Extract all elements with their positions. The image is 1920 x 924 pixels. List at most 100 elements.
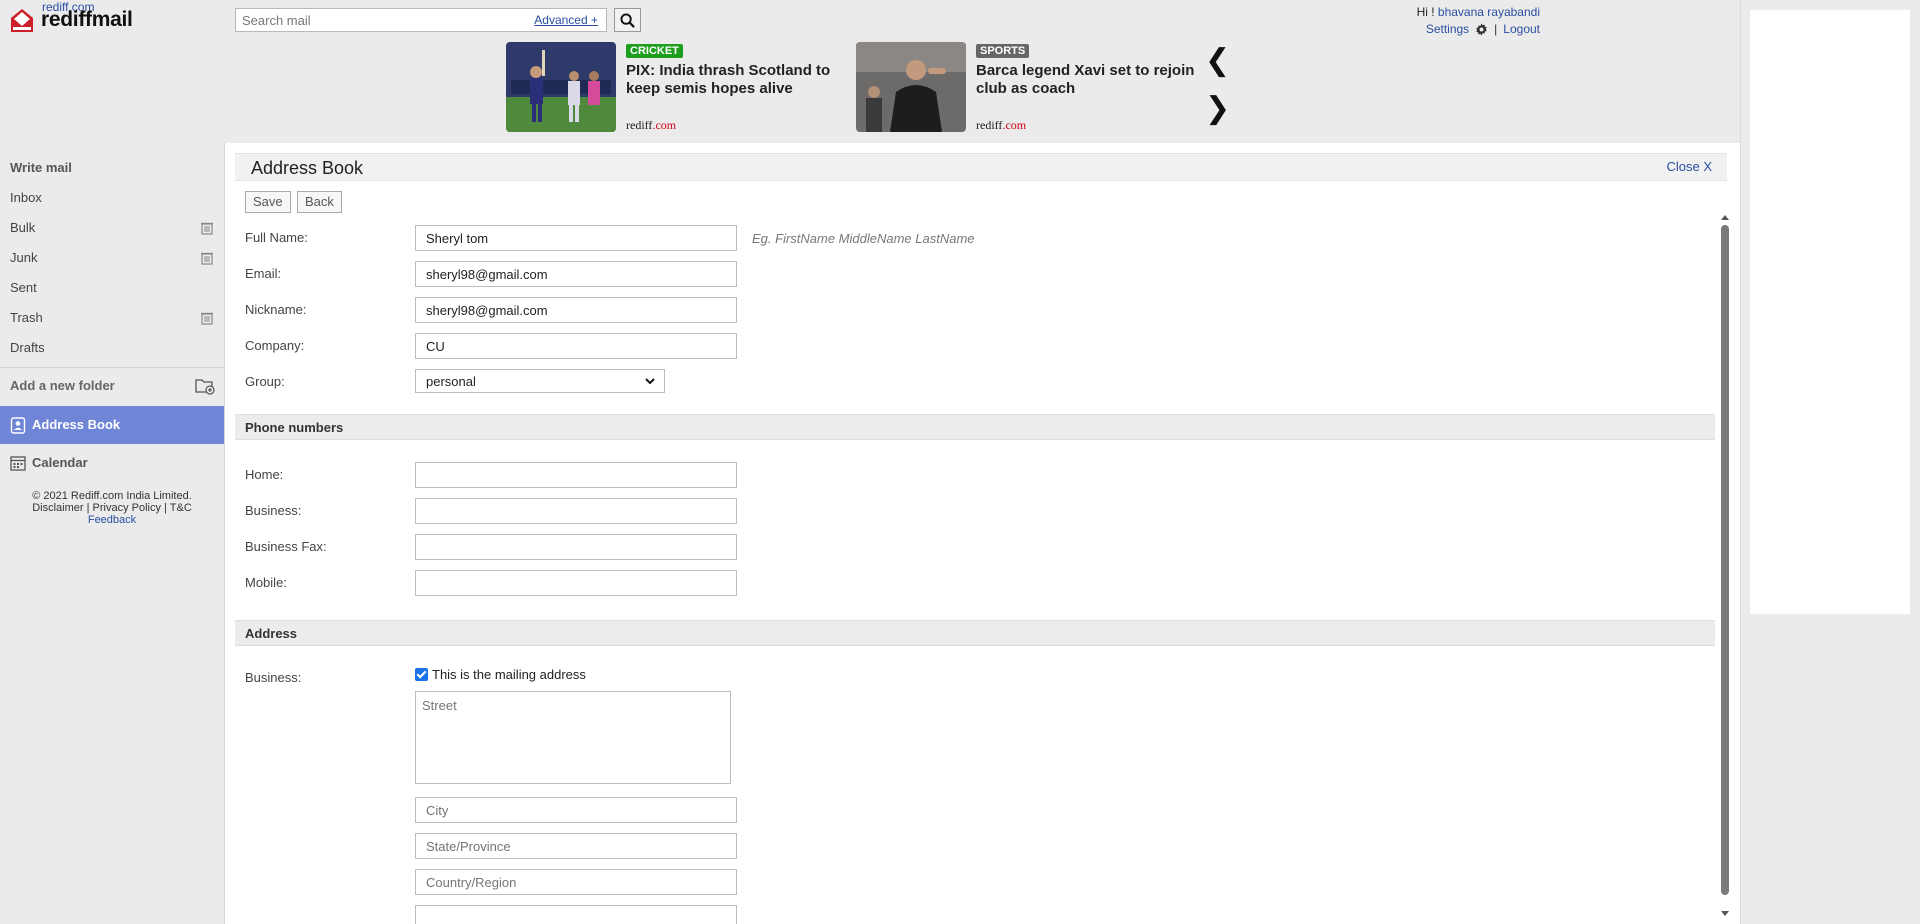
- search-button[interactable]: [614, 8, 641, 32]
- back-button[interactable]: Back: [297, 191, 342, 213]
- empty-bulk-trash-icon[interactable]: [200, 221, 214, 235]
- email-label: Email:: [245, 266, 282, 281]
- logout-link[interactable]: Logout: [1503, 21, 1540, 38]
- sidebar-item-label: Calendar: [32, 455, 88, 470]
- business-address-label: Business:: [245, 670, 302, 685]
- news-source-sports: rediff.com: [976, 118, 1027, 132]
- scroll-down-icon[interactable]: [1720, 910, 1730, 918]
- sidebar-item-calendar[interactable]: Calendar: [0, 444, 224, 482]
- user-area: Hi ! bhavana rayabandi Settings | Logout: [1417, 4, 1540, 38]
- sidebar-item-label: Sent: [10, 280, 37, 295]
- news-next-arrow[interactable]: ❯: [1205, 94, 1230, 124]
- disclaimer-link[interactable]: Disclaimer: [32, 502, 83, 514]
- nickname-input[interactable]: [415, 297, 737, 323]
- sidebar-item-label: Trash: [10, 310, 43, 325]
- sidebar-item-sent[interactable]: Sent: [0, 273, 224, 303]
- news-card-cricket[interactable]: CRICKET PIX: India thrash Scotland to ke…: [506, 42, 856, 132]
- mobile-label: Mobile:: [245, 575, 287, 590]
- rediffmail-logo[interactable]: rediffmail: [10, 8, 133, 32]
- scroll-thumb[interactable]: [1721, 225, 1729, 895]
- privacy-policy-link[interactable]: Privacy Policy: [93, 502, 161, 514]
- advanced-search-link[interactable]: Advanced +: [534, 13, 598, 27]
- terms-link[interactable]: T&C: [170, 502, 192, 514]
- address-section: Address: [235, 620, 1715, 646]
- header-separator: |: [1494, 22, 1498, 36]
- close-button[interactable]: Close X: [1666, 159, 1712, 174]
- news-tag-sports: SPORTS: [976, 44, 1030, 58]
- group-select[interactable]: personal: [415, 369, 665, 393]
- news-card-sports[interactable]: SPORTS Barca legend Xavi set to rejoin c…: [856, 42, 1206, 132]
- business-phone-label: Business:: [245, 503, 302, 518]
- full-name-input[interactable]: [415, 225, 737, 251]
- write-mail-link[interactable]: Write mail: [0, 153, 224, 183]
- full-name-label: Full Name:: [245, 230, 308, 245]
- home-phone-input[interactable]: [415, 462, 737, 488]
- add-folder-icon: [195, 379, 215, 395]
- user-name-link[interactable]: bhavana rayabandi: [1438, 5, 1540, 19]
- settings-link[interactable]: Settings: [1426, 21, 1469, 38]
- empty-trash-icon[interactable]: [200, 311, 214, 325]
- phone-numbers-heading: Phone numbers: [245, 420, 344, 435]
- sidebar-item-drafts[interactable]: Drafts: [0, 333, 224, 363]
- sidebar-item-address-book[interactable]: Address Book: [0, 406, 224, 444]
- phone-numbers-section: Phone numbers: [235, 414, 1715, 440]
- news-prev-arrow[interactable]: ❮: [1205, 46, 1230, 76]
- copyright-text: © 2021 Rediff.com India Limited.: [32, 490, 192, 502]
- search-box: Advanced +: [235, 8, 607, 32]
- business-phone-row: Business:: [235, 498, 1715, 526]
- advertisement-panel: [1750, 10, 1910, 614]
- full-name-row: Full Name: Eg. FirstName MiddleName Last…: [235, 225, 1715, 253]
- sidebar-item-label: Inbox: [10, 190, 42, 205]
- sidebar-item-label: Junk: [10, 250, 38, 265]
- news-headline-cricket[interactable]: PIX: India thrash Scotland to keep semis…: [626, 62, 856, 98]
- mailing-address-label: This is the mailing address: [432, 667, 586, 682]
- country-input[interactable]: [415, 869, 737, 895]
- zip-input[interactable]: [415, 905, 737, 924]
- save-button[interactable]: Save: [245, 191, 291, 213]
- sidebar-item-label: Bulk: [10, 220, 36, 235]
- page-title: Address Book: [251, 158, 364, 178]
- home-phone-label: Home:: [245, 467, 284, 482]
- calendar-icon: [10, 456, 26, 471]
- email-input[interactable]: [415, 261, 737, 287]
- empty-junk-trash-icon[interactable]: [200, 251, 214, 265]
- city-input[interactable]: [415, 797, 737, 823]
- state-input[interactable]: [415, 833, 737, 859]
- news-thumbnail-cricket: [506, 42, 616, 132]
- sidebar-item-trash[interactable]: Trash: [0, 303, 224, 333]
- sidebar-item-inbox[interactable]: Inbox: [0, 183, 224, 213]
- business-fax-label: Business Fax:: [245, 539, 327, 554]
- right-divider: [1740, 0, 1741, 924]
- scroll-up-icon[interactable]: [1720, 213, 1730, 221]
- sidebar-item-bulk[interactable]: Bulk: [0, 213, 224, 243]
- company-input[interactable]: [415, 333, 737, 359]
- sidebar-footer: © 2021 Rediff.com India Limited. Disclai…: [0, 490, 224, 526]
- sidebar-item-junk[interactable]: Junk: [0, 243, 224, 273]
- gear-icon[interactable]: [1475, 23, 1488, 36]
- search-input[interactable]: [236, 10, 526, 30]
- group-label: Group:: [245, 374, 285, 389]
- add-folder-label: Add a new folder: [10, 378, 115, 393]
- business-fax-input[interactable]: [415, 534, 737, 560]
- street-input[interactable]: [415, 691, 731, 784]
- mobile-row: Mobile:: [235, 570, 1715, 598]
- nickname-row: Nickname:: [235, 297, 1715, 325]
- brand-name: rediffmail: [41, 8, 133, 31]
- address-book-header: Address Book Close X: [235, 153, 1727, 181]
- form-scrollbar[interactable]: [1720, 213, 1730, 918]
- news-headline-sports[interactable]: Barca legend Xavi set to rejoin club as …: [976, 62, 1206, 98]
- feedback-link[interactable]: Feedback: [88, 514, 136, 526]
- full-name-hint: Eg. FirstName MiddleName LastName: [752, 231, 975, 246]
- nickname-label: Nickname:: [245, 302, 307, 317]
- business-fax-row: Business Fax:: [235, 534, 1715, 562]
- mobile-input[interactable]: [415, 570, 737, 596]
- contact-form: Full Name: Eg. FirstName MiddleName Last…: [235, 215, 1715, 924]
- rediff-logo-icon: [10, 8, 34, 32]
- group-row: Group: personal: [235, 369, 1715, 397]
- business-phone-input[interactable]: [415, 498, 737, 524]
- company-row: Company:: [235, 333, 1715, 361]
- mailing-address-option[interactable]: This is the mailing address: [415, 667, 586, 682]
- add-folder-button[interactable]: Add a new folder: [0, 368, 224, 404]
- news-source-cricket: rediff.com: [626, 118, 677, 132]
- mailing-address-checkbox[interactable]: [415, 668, 428, 681]
